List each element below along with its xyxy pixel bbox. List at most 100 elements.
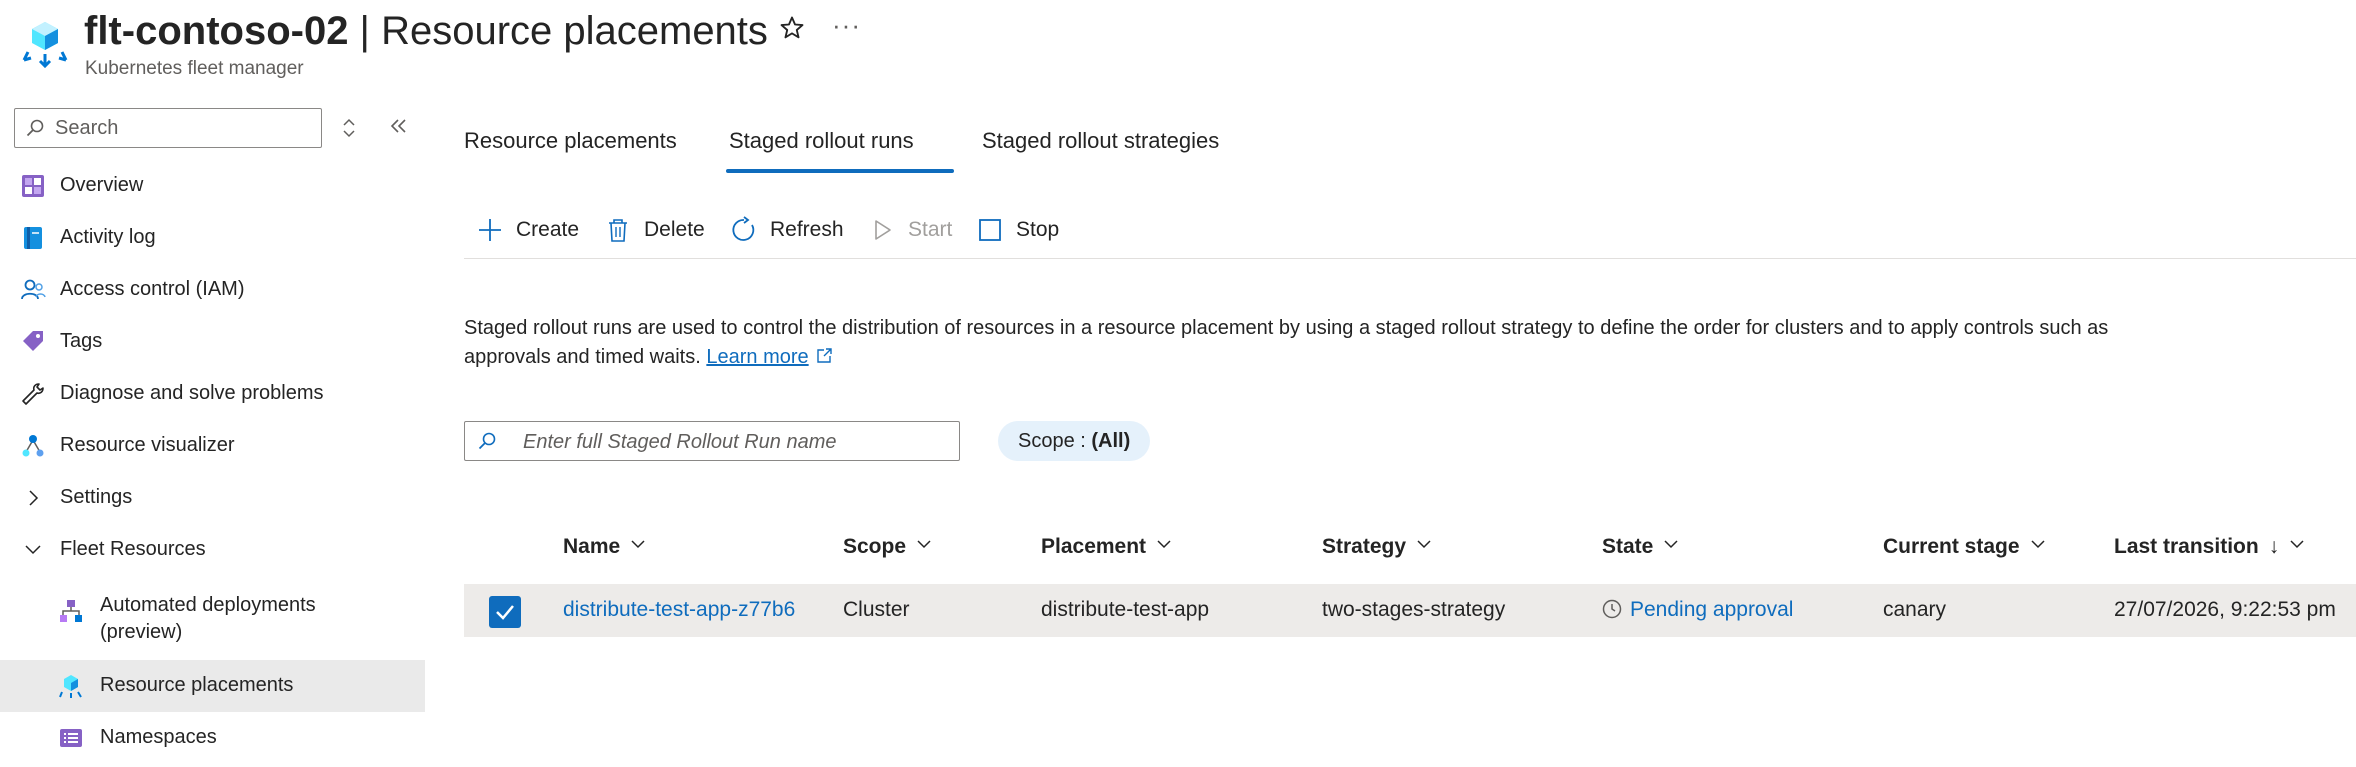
sidebar-item-label: Namespaces xyxy=(100,726,217,748)
chevron-right-icon xyxy=(29,490,39,506)
column-header-label: Name xyxy=(563,535,621,558)
tab-resource-placements[interactable]: Resource placements xyxy=(464,128,677,154)
resource-placements-icon xyxy=(59,675,82,698)
activity-log-icon xyxy=(24,227,42,249)
sidebar-search-input[interactable]: Search xyxy=(14,108,322,148)
sidebar-item-label-line2: (preview) xyxy=(100,621,183,643)
star-icon[interactable] xyxy=(778,14,806,42)
cell-last-transition: 27/07/2026, 9:22:53 pm xyxy=(2114,598,2336,621)
sidebar-item-access-control[interactable]: Access control (IAM) xyxy=(0,264,425,316)
checkmark-icon xyxy=(496,605,514,620)
create-button[interactable]: Create xyxy=(476,212,586,246)
column-header-scope[interactable]: Scope xyxy=(843,535,932,559)
search-icon xyxy=(26,119,44,137)
namespaces-icon xyxy=(60,729,82,747)
column-header-label: Last transition xyxy=(2114,535,2259,558)
sidebar-item-overview[interactable]: Overview xyxy=(0,160,425,212)
column-header-strategy[interactable]: Strategy xyxy=(1322,535,1432,559)
run-name-filter[interactable] xyxy=(464,421,960,461)
sidebar-item-resource-placements[interactable]: Resource placements xyxy=(0,660,425,712)
sidebar-item-automated-deployments[interactable]: Automated deployments (preview) xyxy=(0,588,425,648)
delete-label: Delete xyxy=(644,218,705,241)
refresh-label: Refresh xyxy=(770,218,844,241)
cell-state-link[interactable]: Pending approval xyxy=(1630,598,1793,622)
sidebar-item-label-line1: Automated deployments xyxy=(100,594,316,616)
toolbar-divider xyxy=(464,258,2356,259)
tab-staged-rollout-strategies[interactable]: Staged rollout strategies xyxy=(982,128,1219,154)
tag-icon xyxy=(23,331,43,351)
description-text: Staged rollout runs are used to control … xyxy=(464,314,2184,372)
sidebar-item-label: Resource placements xyxy=(100,674,294,696)
chevron-down-icon xyxy=(1157,540,1171,549)
active-tab-indicator xyxy=(726,169,954,173)
cell-scope: Cluster xyxy=(843,598,910,621)
scope-filter-pill[interactable]: Scope : (All) xyxy=(998,421,1151,461)
page-name: Resource placements xyxy=(381,9,768,53)
column-header-label: State xyxy=(1602,535,1654,558)
create-label: Create xyxy=(516,218,580,241)
clock-icon xyxy=(1602,599,1622,619)
sidebar-item-activity-log[interactable]: Activity log xyxy=(0,212,425,264)
sidebar-item-fleet-resources[interactable]: Fleet Resources xyxy=(0,524,425,576)
chevron-down-icon xyxy=(1417,540,1431,549)
sidebar: Search Overview Activity log Access cont… xyxy=(0,100,425,767)
scope-filter-label: Scope : xyxy=(1018,430,1092,452)
cell-placement: distribute-test-app xyxy=(1041,598,1210,621)
automated-deployments-icon xyxy=(60,600,82,622)
chevron-down-icon xyxy=(917,540,931,549)
sidebar-item-label: Access control (IAM) xyxy=(60,278,245,300)
sidebar-item-label: Activity log xyxy=(60,226,156,248)
delete-button[interactable]: Delete xyxy=(604,212,710,246)
chevron-down-icon xyxy=(2290,540,2304,549)
sidebar-item-label: Diagnose and solve problems xyxy=(60,382,324,404)
stop-button[interactable]: Stop xyxy=(976,212,1066,246)
column-header-label: Current stage xyxy=(1883,535,2020,558)
sidebar-item-tags[interactable]: Tags xyxy=(0,316,425,368)
column-header-state[interactable]: State xyxy=(1602,535,1679,559)
sidebar-item-label: Tags xyxy=(60,330,103,352)
sidebar-item-namespaces[interactable]: Namespaces xyxy=(0,712,425,764)
chevron-down-icon xyxy=(2031,540,2045,549)
sidebar-search-placeholder: Search xyxy=(55,117,119,139)
column-header-label: Scope xyxy=(843,535,907,558)
sidebar-item-label: Fleet Resources xyxy=(60,538,206,560)
sort-descending-icon: ↓ xyxy=(2268,535,2280,558)
resource-name: flt-contoso-02 xyxy=(84,9,349,53)
stop-label: Stop xyxy=(1016,218,1060,241)
refresh-button[interactable]: Refresh xyxy=(730,212,846,246)
title-separator: | xyxy=(348,9,382,53)
column-header-placement[interactable]: Placement xyxy=(1041,535,1172,559)
sidebar-item-diagnose[interactable]: Diagnose and solve problems xyxy=(0,368,425,420)
more-options-icon[interactable]: ··· xyxy=(832,10,861,41)
search-icon xyxy=(478,432,496,450)
resource-visualizer-icon xyxy=(22,435,44,457)
collapse-sidebar-icon[interactable] xyxy=(386,114,410,138)
column-header-last-transition[interactable]: Last transition ↓ xyxy=(2114,535,2305,559)
kubernetes-fleet-manager-icon xyxy=(22,22,68,68)
tab-staged-rollout-runs[interactable]: Staged rollout runs xyxy=(729,128,914,154)
row-checkbox[interactable] xyxy=(489,596,521,628)
sort-updown-icon[interactable] xyxy=(340,116,358,140)
external-link-icon xyxy=(816,348,832,363)
learn-more-link[interactable]: Learn more xyxy=(706,346,808,368)
cell-name-link[interactable]: distribute-test-app-z77b6 xyxy=(563,598,795,622)
sidebar-item-resource-visualizer[interactable]: Resource visualizer xyxy=(0,420,425,472)
chevron-down-icon xyxy=(631,540,645,549)
sidebar-item-label: Overview xyxy=(60,174,144,196)
stop-icon xyxy=(979,219,1001,241)
sidebar-item-settings[interactable]: Settings xyxy=(0,472,425,524)
run-name-input[interactable] xyxy=(523,428,943,456)
trash-icon xyxy=(609,219,627,242)
access-control-icon xyxy=(21,279,46,300)
page-subtitle: Kubernetes fleet manager xyxy=(85,58,304,79)
wrench-icon xyxy=(22,383,44,405)
refresh-icon xyxy=(732,216,755,241)
start-button[interactable]: Start xyxy=(868,212,958,246)
sidebar-item-label: Automated deployments (preview) xyxy=(100,592,316,646)
column-header-current-stage[interactable]: Current stage xyxy=(1883,535,2046,559)
overview-icon xyxy=(22,175,44,197)
column-header-name[interactable]: Name xyxy=(563,535,646,559)
chevron-down-icon xyxy=(25,545,41,555)
cell-current-stage: canary xyxy=(1883,598,1947,621)
plus-icon xyxy=(479,219,501,241)
